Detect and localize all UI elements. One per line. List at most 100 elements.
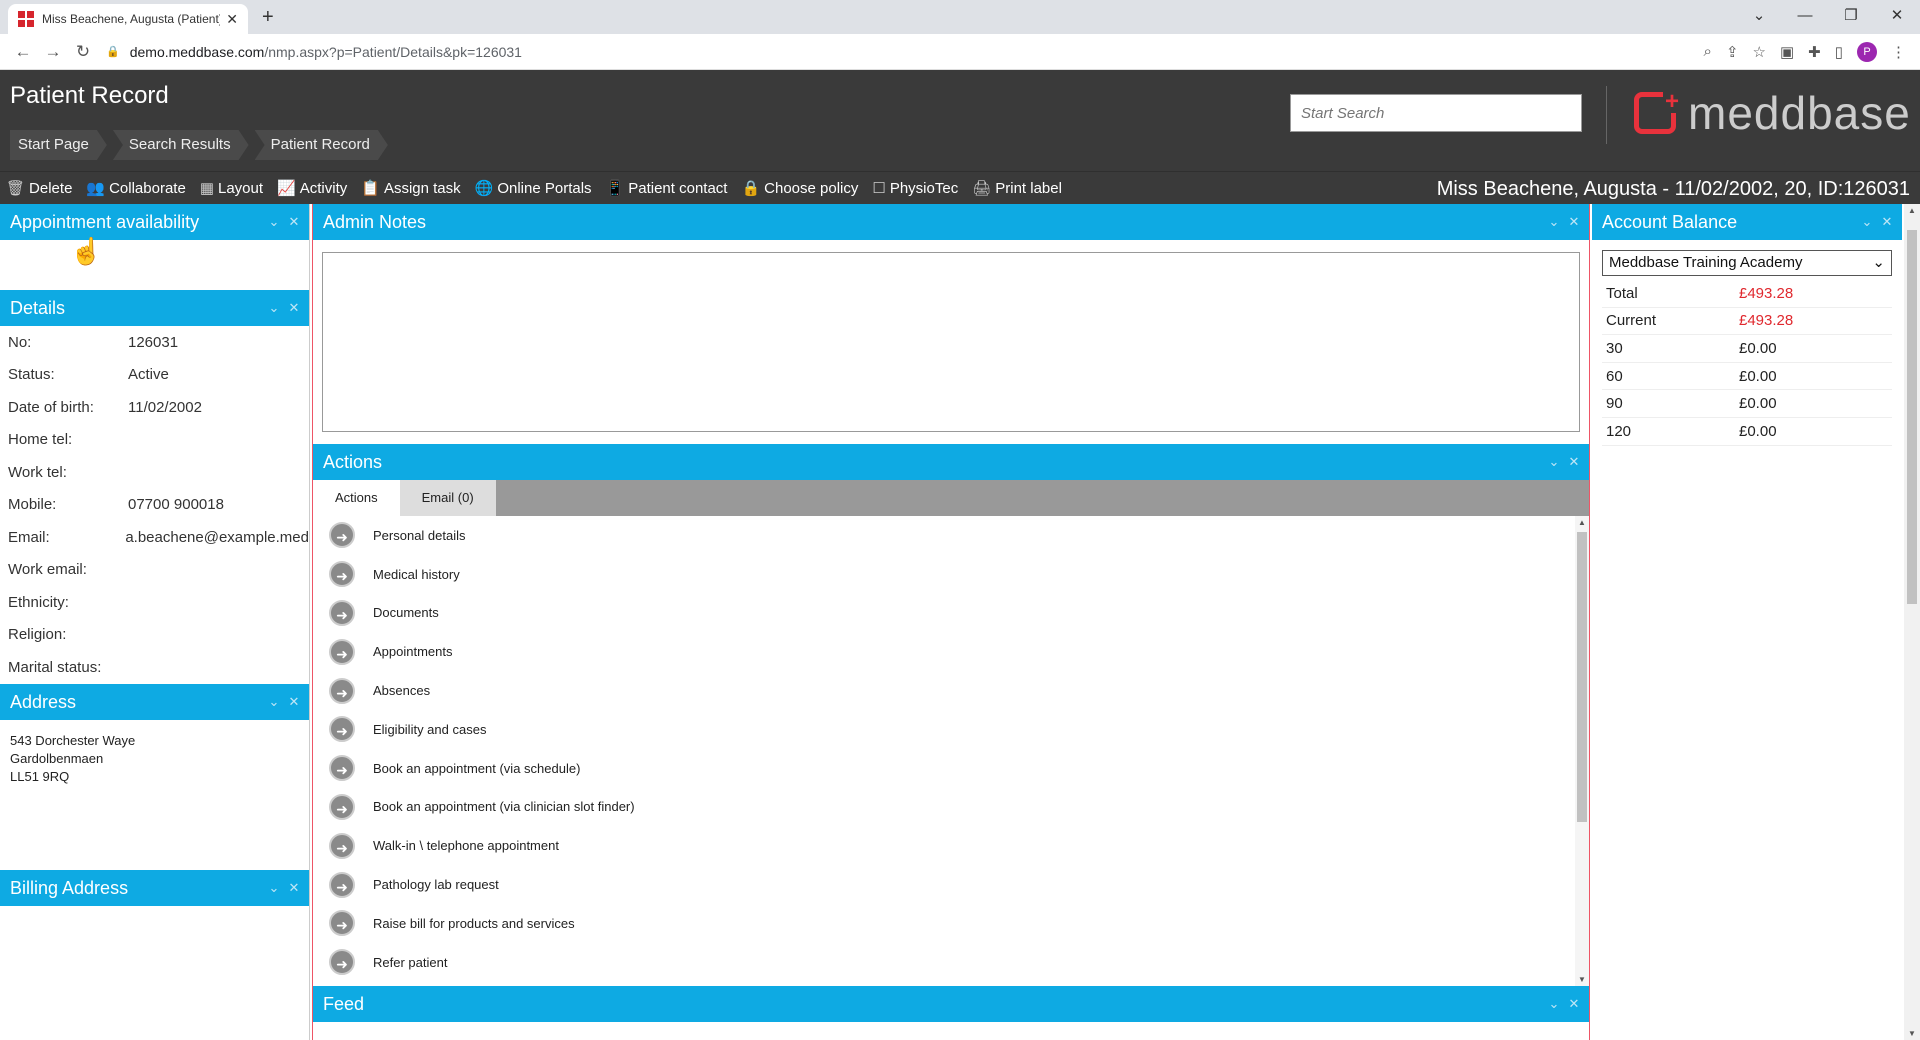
panel-title: Actions [323, 452, 383, 472]
action-item[interactable]: ➜ Documents [313, 594, 1589, 633]
panel-controls: ⌄ ✕ [267, 870, 301, 906]
action-item[interactable]: ➜ Medical history [313, 555, 1589, 594]
close-icon[interactable]: ✕ [287, 204, 301, 240]
lock-icon[interactable]: 🔒 [106, 45, 120, 58]
physiotec-button[interactable]: ☐ PhysioTec [866, 172, 966, 205]
reload-icon[interactable]: ↻ [68, 42, 98, 62]
meddbase-logo[interactable]: meddbase [1634, 86, 1911, 140]
address-header[interactable]: Address ⌄ ✕ [0, 683, 309, 720]
extension-icon[interactable]: ▣ [1780, 43, 1794, 61]
online-portals-button[interactable]: 🌐 Online Portals [469, 172, 600, 205]
collapse-icon[interactable]: ⌄ [267, 290, 281, 326]
account-balance-header[interactable]: Account Balance ⌄ ✕ [1592, 204, 1902, 240]
action-label: Medical history [373, 566, 460, 582]
action-item[interactable]: ➜ Pathology lab request [313, 865, 1589, 904]
collapse-icon[interactable]: ⌄ [1547, 986, 1561, 1022]
scroll-up-icon[interactable]: ▲ [1908, 206, 1916, 215]
actions-header[interactable]: Actions ⌄ ✕ [313, 444, 1589, 480]
detail-key: Email: [8, 528, 50, 546]
collapse-icon[interactable]: ⌄ [1860, 204, 1874, 240]
panel-controls: ⌄ ✕ [1860, 204, 1894, 240]
scroll-thumb[interactable] [1907, 230, 1917, 604]
action-item[interactable]: ➜ Walk-in \ telephone appointment [313, 826, 1589, 865]
puzzle-icon[interactable]: ✚ [1808, 43, 1821, 61]
sidepanel-icon[interactable]: ▯ [1835, 43, 1843, 61]
breadcrumb-search-results[interactable]: Search Results [113, 130, 249, 160]
scroll-up-icon[interactable]: ▲ [1578, 518, 1586, 527]
action-item[interactable]: ➜ Book an appointment (via schedule) [313, 749, 1589, 788]
detail-value: 126031 [128, 333, 179, 351]
back-icon[interactable]: ← [8, 42, 38, 62]
tab-email[interactable]: Email (0) [399, 480, 496, 516]
details-header[interactable]: Details ⌄ ✕ [0, 290, 309, 326]
search-input[interactable] [1290, 94, 1582, 132]
menu-kebab-icon[interactable]: ⋮ [1891, 43, 1906, 61]
account-select[interactable]: Meddbase Training Academy ⌄ [1602, 250, 1892, 276]
restore-icon[interactable]: ❐ [1828, 0, 1874, 34]
profile-avatar[interactable]: P [1857, 41, 1877, 62]
action-item[interactable]: ➜ Eligibility and cases [313, 710, 1589, 749]
print-label-button[interactable]: 🖨 Print label [966, 172, 1070, 205]
close-window-icon[interactable]: ✕ [1874, 0, 1920, 34]
close-icon[interactable]: ✕ [1567, 204, 1581, 240]
zoom-icon[interactable]: ⌕ [1704, 43, 1712, 60]
billing-address-header[interactable]: Billing Address ⌄ ✕ [0, 869, 309, 906]
bookmark-star-icon[interactable]: ☆ [1753, 43, 1766, 61]
admin-notes-textarea[interactable] [322, 252, 1580, 432]
action-label: Documents [373, 605, 439, 621]
scroll-down-icon[interactable]: ▼ [1908, 1029, 1916, 1038]
action-item[interactable]: ➜ Appointments [313, 632, 1589, 671]
scroll-down-icon[interactable]: ▼ [1578, 975, 1586, 984]
feed-header[interactable]: Feed ⌄ ✕ [313, 986, 1589, 1022]
close-tab-icon[interactable]: ✕ [226, 11, 238, 28]
forward-icon[interactable]: → [38, 42, 68, 62]
admin-notes-header[interactable]: Admin Notes ⌄ ✕ [313, 204, 1589, 240]
email-link[interactable]: a.beachene@example.med [125, 529, 309, 546]
action-item[interactable]: ➜ Raise bill for products and services [313, 904, 1589, 943]
collapse-icon[interactable]: ⌄ [1547, 204, 1561, 240]
collapse-icon[interactable]: ⌄ [267, 870, 281, 906]
balance-row: 120 £0.00 [1602, 418, 1892, 446]
close-icon[interactable]: ✕ [1567, 986, 1581, 1022]
minimize-icon[interactable]: — [1782, 0, 1828, 34]
browser-tools: ⌕ ⇪ ☆ ▣ ✚ ▯ P ⋮ [1704, 41, 1912, 62]
patient-contact-button[interactable]: 📱 Patient contact [600, 172, 736, 205]
action-item[interactable]: ➜ Refer patient [313, 943, 1589, 982]
balance-row: 90 £0.00 [1602, 390, 1892, 418]
tab-actions[interactable]: Actions [313, 480, 400, 516]
breadcrumb-start-page[interactable]: Start Page [10, 130, 107, 160]
breadcrumb-patient-record[interactable]: Patient Record [255, 130, 388, 160]
tab-search-icon[interactable]: ⌄ [1736, 0, 1782, 34]
action-label: Appointments [373, 644, 453, 660]
appointment-availability-header[interactable]: Appointment availability ⌄ ✕ [0, 204, 309, 240]
delete-button[interactable]: 🗑 Delete [0, 172, 80, 205]
browser-tab[interactable]: Miss Beachene, Augusta (Patient) ✕ [8, 4, 248, 34]
choose-policy-label: Choose policy [764, 179, 859, 197]
close-icon[interactable]: ✕ [1567, 444, 1581, 480]
actions-scrollbar[interactable]: ▲ ▼ [1575, 516, 1589, 986]
collapse-icon[interactable]: ⌄ [1547, 444, 1561, 480]
page-scrollbar[interactable]: ▲ ▼ [1904, 204, 1920, 1040]
close-icon[interactable]: ✕ [1880, 204, 1894, 240]
collapse-icon[interactable]: ⌄ [267, 684, 281, 720]
url-path: /nmp.aspx?p=Patient/Details&pk=126031 [264, 43, 522, 60]
activity-button[interactable]: 📈 Activity [271, 172, 355, 205]
clipboard-icon: 📋 [361, 180, 380, 197]
detail-key: Religion: [8, 626, 67, 644]
layout-button[interactable]: ▦ Layout [194, 172, 271, 205]
action-item[interactable]: ➜ Book an appointment (via clinician slot… [313, 788, 1589, 827]
close-icon[interactable]: ✕ [287, 870, 301, 906]
collaborate-button[interactable]: 👥 Collaborate [80, 172, 193, 205]
action-item[interactable]: ➜ Personal details [313, 516, 1589, 555]
url-field[interactable]: 🔒 demo.meddbase.com /nmp.aspx?p=Patient/… [106, 38, 1696, 66]
scroll-thumb[interactable] [1577, 532, 1587, 822]
close-icon[interactable]: ✕ [287, 684, 301, 720]
close-icon[interactable]: ✕ [287, 290, 301, 326]
action-item[interactable]: ➜ Absences [313, 671, 1589, 710]
choose-policy-button[interactable]: 🔒 Choose policy [735, 172, 866, 205]
detail-key: Work email: [8, 561, 87, 579]
share-icon[interactable]: ⇪ [1726, 43, 1739, 61]
new-tab-icon[interactable]: + [262, 6, 274, 29]
collapse-icon[interactable]: ⌄ [267, 204, 281, 240]
assign-task-button[interactable]: 📋 Assign task [355, 172, 468, 205]
